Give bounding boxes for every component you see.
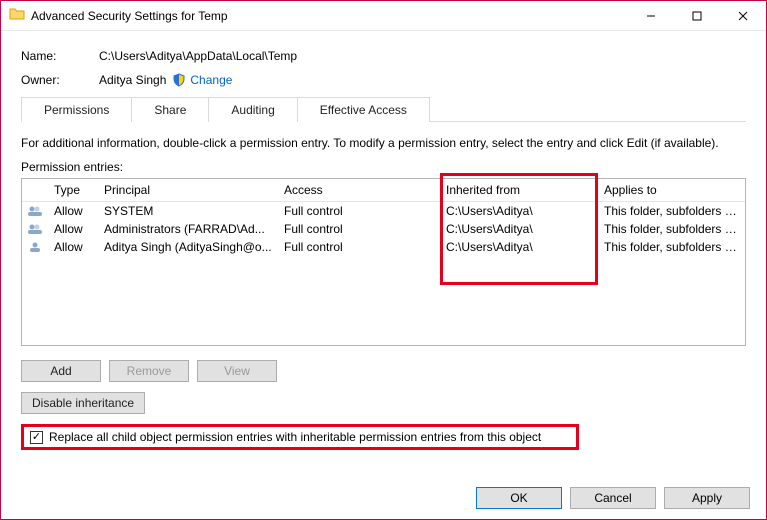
tab-effective-access[interactable]: Effective Access [298, 97, 430, 122]
add-button[interactable]: Add [21, 360, 101, 382]
col-applies[interactable]: Applies to [598, 179, 745, 201]
owner-value: Aditya Singh [99, 73, 166, 87]
view-button[interactable]: View [197, 360, 277, 382]
change-owner-link[interactable]: Change [190, 73, 232, 87]
cancel-button[interactable]: Cancel [570, 487, 656, 509]
group-icon [22, 220, 48, 238]
folder-icon [9, 6, 25, 25]
name-label: Name: [21, 49, 99, 63]
tab-auditing[interactable]: Auditing [209, 97, 297, 122]
col-access[interactable]: Access [278, 179, 440, 201]
user-icon [22, 238, 48, 256]
titlebar: Advanced Security Settings for Temp [1, 1, 766, 31]
maximize-button[interactable] [674, 1, 720, 31]
entries-label: Permission entries: [21, 160, 746, 174]
col-inherited[interactable]: Inherited from [440, 179, 598, 201]
shield-icon [172, 73, 186, 87]
info-text: For additional information, double-click… [21, 136, 746, 150]
grid-row[interactable]: Allow Aditya Singh (AdityaSingh@o... Ful… [22, 238, 745, 256]
permissions-grid[interactable]: Type Principal Access Inherited from App… [21, 178, 746, 346]
replace-children-label: Replace all child object permission entr… [49, 430, 541, 444]
owner-label: Owner: [21, 73, 99, 87]
replace-children-checkbox[interactable]: ✓ [30, 431, 43, 444]
col-type[interactable]: Type [48, 179, 98, 201]
content-area: Name: C:\Users\Aditya\AppData\Local\Temp… [1, 31, 766, 460]
disable-inheritance-button[interactable]: Disable inheritance [21, 392, 145, 414]
tab-share[interactable]: Share [132, 97, 209, 122]
col-principal[interactable]: Principal [98, 179, 278, 201]
minimize-button[interactable] [628, 1, 674, 31]
apply-button[interactable]: Apply [664, 487, 750, 509]
grid-row[interactable]: Allow SYSTEM Full control C:\Users\Adity… [22, 202, 745, 220]
tab-strip: Permissions Share Auditing Effective Acc… [21, 97, 746, 122]
window-title: Advanced Security Settings for Temp [31, 9, 228, 23]
grid-row[interactable]: Allow Administrators (FARRAD\Ad... Full … [22, 220, 745, 238]
dialog-footer: OK Cancel Apply [476, 487, 750, 509]
replace-children-row[interactable]: ✓ Replace all child object permission en… [21, 424, 579, 450]
grid-header: Type Principal Access Inherited from App… [22, 179, 745, 202]
remove-button[interactable]: Remove [109, 360, 189, 382]
tab-permissions[interactable]: Permissions [21, 97, 132, 122]
name-value: C:\Users\Aditya\AppData\Local\Temp [99, 49, 297, 63]
group-icon [22, 202, 48, 220]
window: Advanced Security Settings for Temp Name… [0, 0, 767, 520]
ok-button[interactable]: OK [476, 487, 562, 509]
close-button[interactable] [720, 1, 766, 31]
